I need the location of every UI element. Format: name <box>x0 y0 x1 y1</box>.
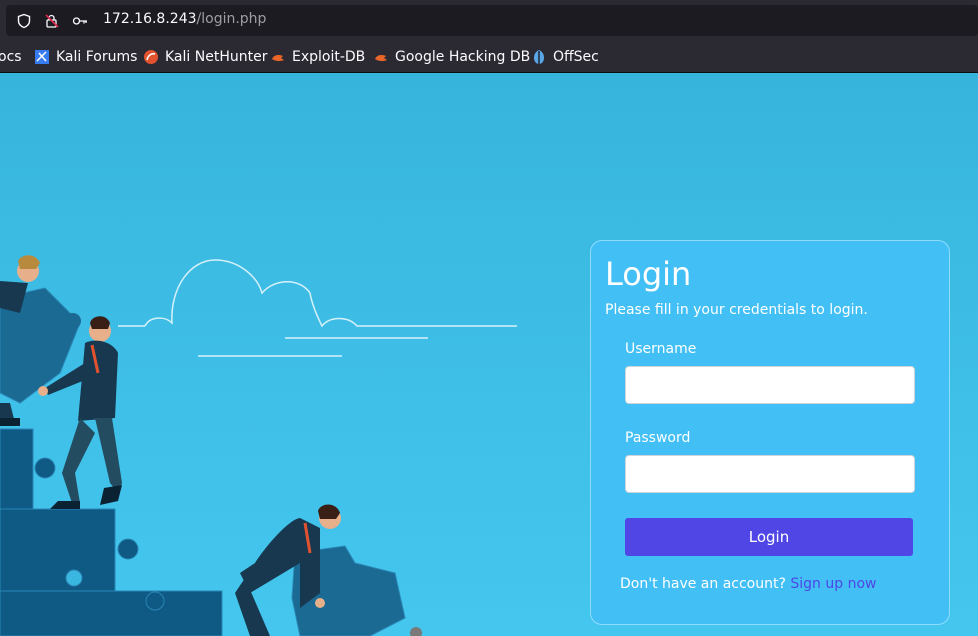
key-icon[interactable] <box>72 13 88 29</box>
person-carrying <box>235 504 422 636</box>
teamwork-puzzle-illustration <box>0 255 517 636</box>
cloud-icon <box>118 259 517 357</box>
url-host: 172.16.8.243 <box>103 11 197 27</box>
bookmark-label: ocs <box>0 49 22 65</box>
bookmark-kali-nethunter[interactable]: Kali NetHunter <box>143 48 267 66</box>
person-top-left <box>0 255 81 426</box>
username-input[interactable] <box>625 366 915 404</box>
password-label: Password <box>625 430 691 446</box>
bookmarks-toolbar: ocs Kali Forums Kali NetHunter Exploit-D… <box>0 40 978 73</box>
bookmark-label: Exploit-DB <box>292 49 366 65</box>
signup-prompt: Don't have an account? <box>620 576 786 592</box>
browser-toolbar: 172.16.8.243/login.php <box>0 0 978 40</box>
exploit-db-icon <box>272 55 284 62</box>
signup-link[interactable]: Sign up now <box>790 576 876 592</box>
bookmark-label: Kali Forums <box>56 49 138 65</box>
username-label: Username <box>625 341 697 357</box>
bookmark-offsec[interactable]: OffSec <box>531 48 599 66</box>
login-subtitle: Please fill in your credentials to login… <box>605 302 868 318</box>
kali-forums-icon <box>35 50 49 64</box>
url-text[interactable]: 172.16.8.243/login.php <box>103 11 266 27</box>
bookmark-google-hacking-db[interactable]: Google Hacking DB <box>373 48 530 66</box>
login-card: Login Please fill in your credentials to… <box>590 240 950 625</box>
bookmark-exploit-db[interactable]: Exploit-DB <box>270 48 365 66</box>
bookmark-docs[interactable]: ocs <box>0 48 22 66</box>
url-bar[interactable]: 172.16.8.243/login.php <box>6 5 978 36</box>
kali-nethunter-icon <box>144 50 158 64</box>
login-button[interactable]: Login <box>625 518 913 556</box>
shield-icon[interactable] <box>16 13 32 29</box>
bookmark-label: Google Hacking DB <box>395 49 531 65</box>
page-content: Login Please fill in your credentials to… <box>0 73 978 636</box>
signup-text: Don't have an account? Sign up now <box>620 576 876 592</box>
ghdb-icon <box>375 55 387 62</box>
password-input[interactable] <box>625 455 915 493</box>
url-path: /login.php <box>196 11 267 27</box>
login-title: Login <box>605 255 692 293</box>
offsec-icon <box>534 50 544 64</box>
insecure-lock-icon[interactable] <box>44 13 60 29</box>
bookmark-kali-forums[interactable]: Kali Forums <box>34 48 137 66</box>
bookmark-label: Kali NetHunter <box>165 49 268 65</box>
bookmark-label: OffSec <box>553 49 599 65</box>
